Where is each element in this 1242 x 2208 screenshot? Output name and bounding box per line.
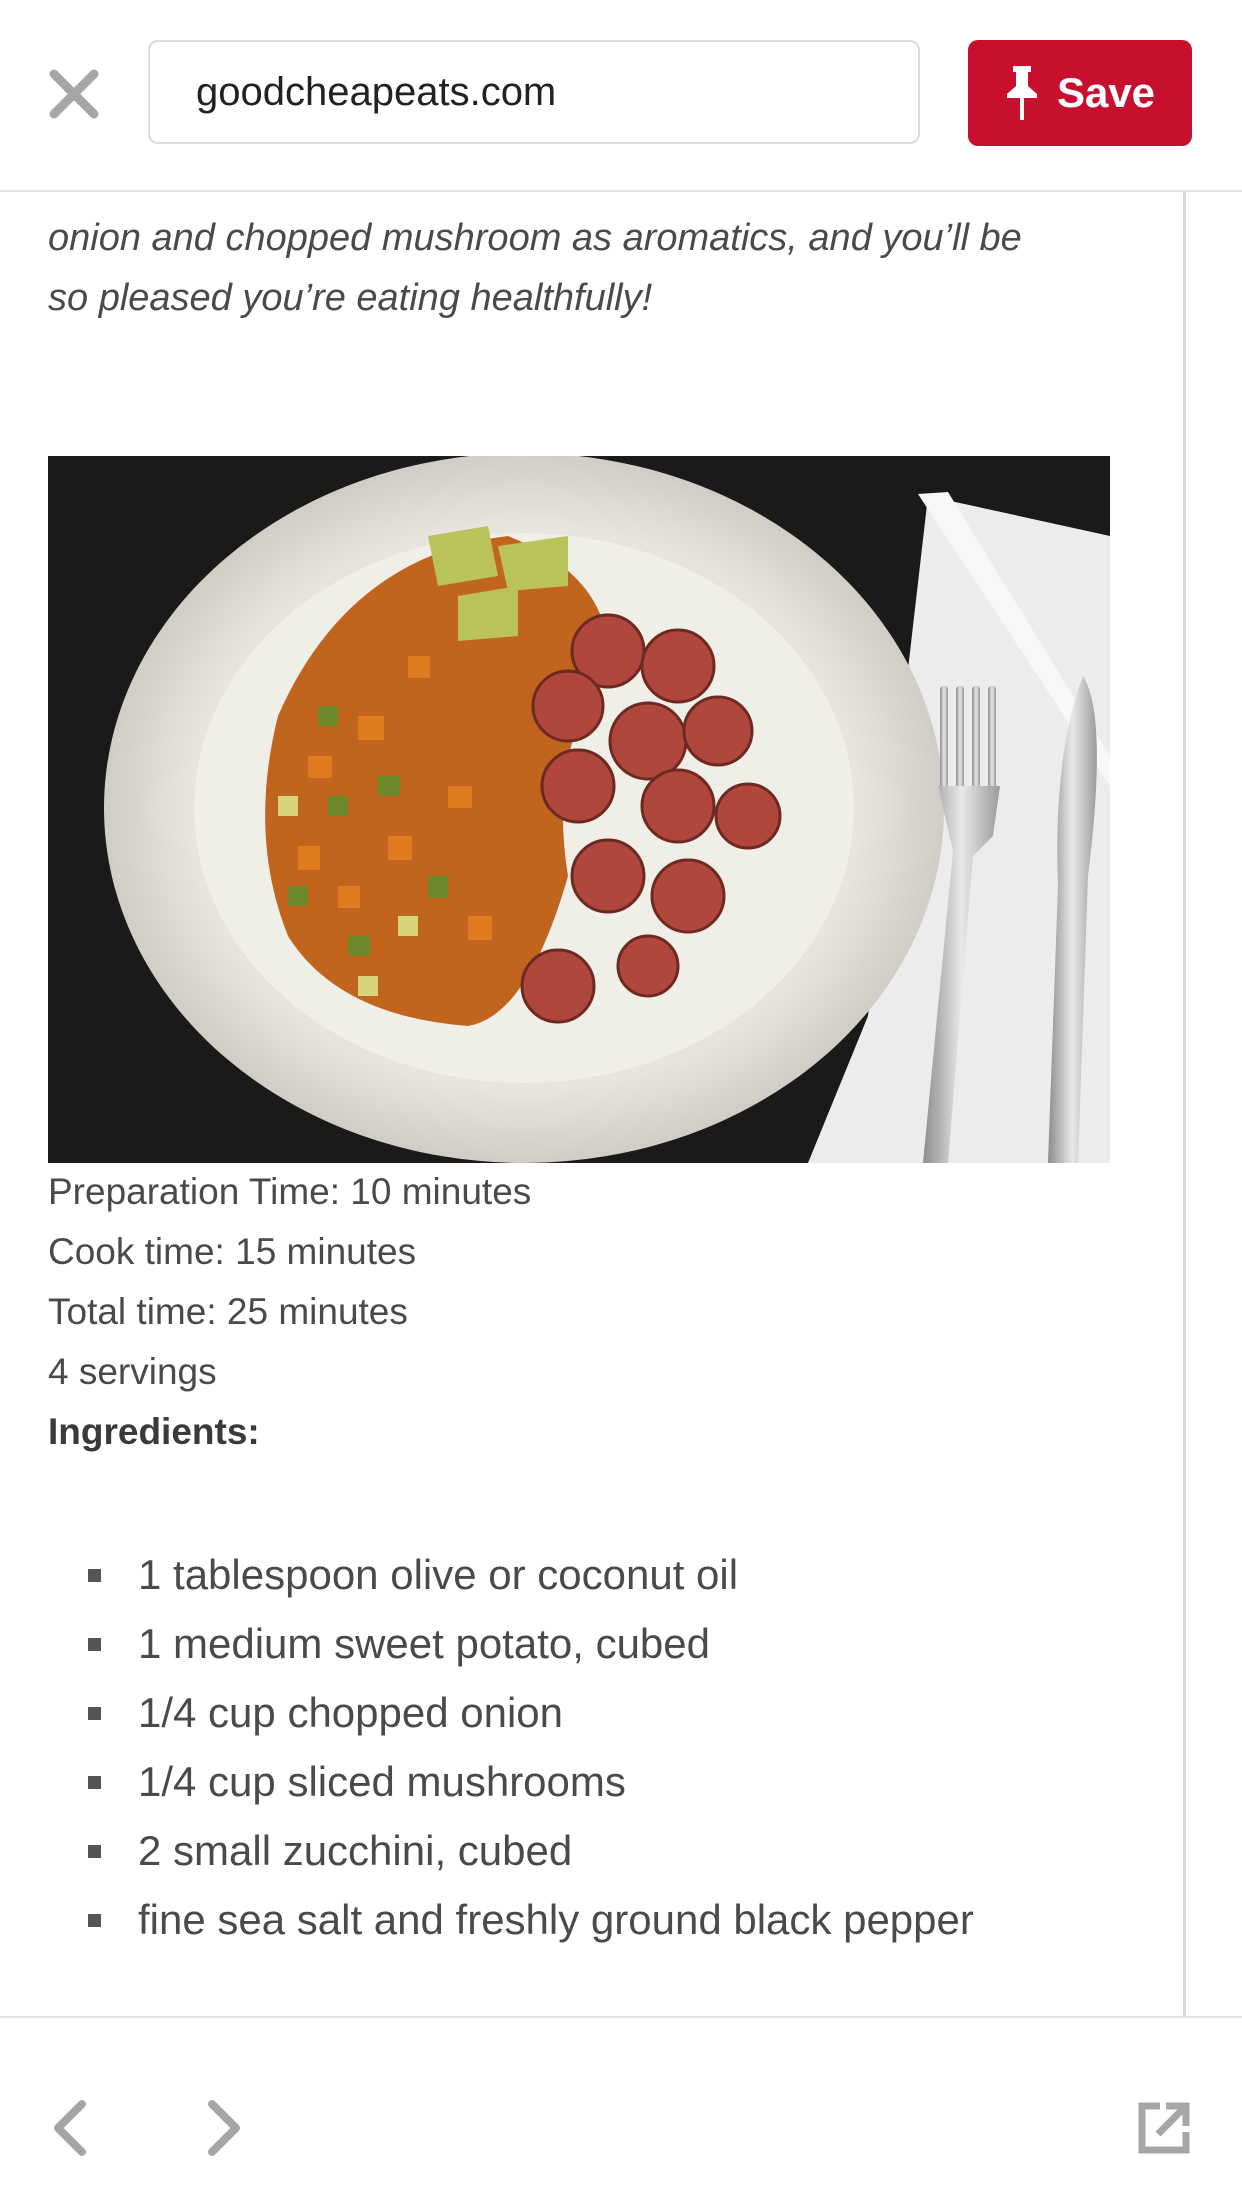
save-button-label: Save: [1056, 69, 1156, 116]
pin-icon: [1006, 66, 1037, 120]
back-button[interactable]: [40, 2098, 100, 2158]
intro-line: onion and chopped mushroom as aromatics,…: [48, 217, 1022, 259]
save-button[interactable]: Save: [968, 40, 1192, 146]
recipe-photo[interactable]: [48, 456, 1110, 1163]
forward-icon: [208, 2100, 240, 2156]
ingredient-item: 1 tablespoon olive or coconut oil: [48, 1540, 1148, 1609]
back-icon: [54, 2100, 86, 2156]
prep-time: Preparation Time: 10 minutes: [48, 1171, 532, 1212]
total-time: Total time: 25 minutes: [48, 1291, 408, 1332]
close-button[interactable]: [44, 64, 104, 124]
top-toolbar: goodcheapeats.com Save: [0, 0, 1242, 192]
ingredient-item: 2 small zucchini, cubed: [48, 1816, 1148, 1885]
ingredient-item: 1 medium sweet potato, cubed: [48, 1609, 1148, 1678]
forward-button[interactable]: [194, 2098, 254, 2158]
ingredient-item: 1/4 cup chopped onion: [48, 1678, 1148, 1747]
recipe-photo-image: [48, 456, 1110, 1163]
browser-page: Zucchini and Sweet Potato Hash is so del…: [0, 0, 1242, 2208]
ingredient-item: fine sea salt and freshly ground black p…: [48, 1885, 1148, 1954]
bottom-navigation: [0, 2016, 1242, 2208]
ingredients-list: 1 tablespoon olive or coconut oil 1 medi…: [48, 1540, 1148, 1954]
ingredients-heading: Ingredients:: [48, 1411, 260, 1452]
servings: 4 servings: [48, 1351, 217, 1392]
intro-line: so pleased you’re eating healthfully!: [48, 277, 653, 319]
recipe-meta: Preparation Time: 10 minutes Cook time: …: [48, 1162, 1148, 1462]
article-content: Zucchini and Sweet Potato Hash is so del…: [0, 0, 1186, 2016]
ingredient-item: 1/4 cup sliced mushrooms: [48, 1747, 1148, 1816]
url-field[interactable]: goodcheapeats.com: [148, 40, 920, 144]
open-external-button[interactable]: [1134, 2098, 1194, 2158]
cook-time: Cook time: 15 minutes: [48, 1231, 417, 1272]
close-icon: [49, 69, 99, 119]
open-external-icon: [1138, 2102, 1190, 2154]
